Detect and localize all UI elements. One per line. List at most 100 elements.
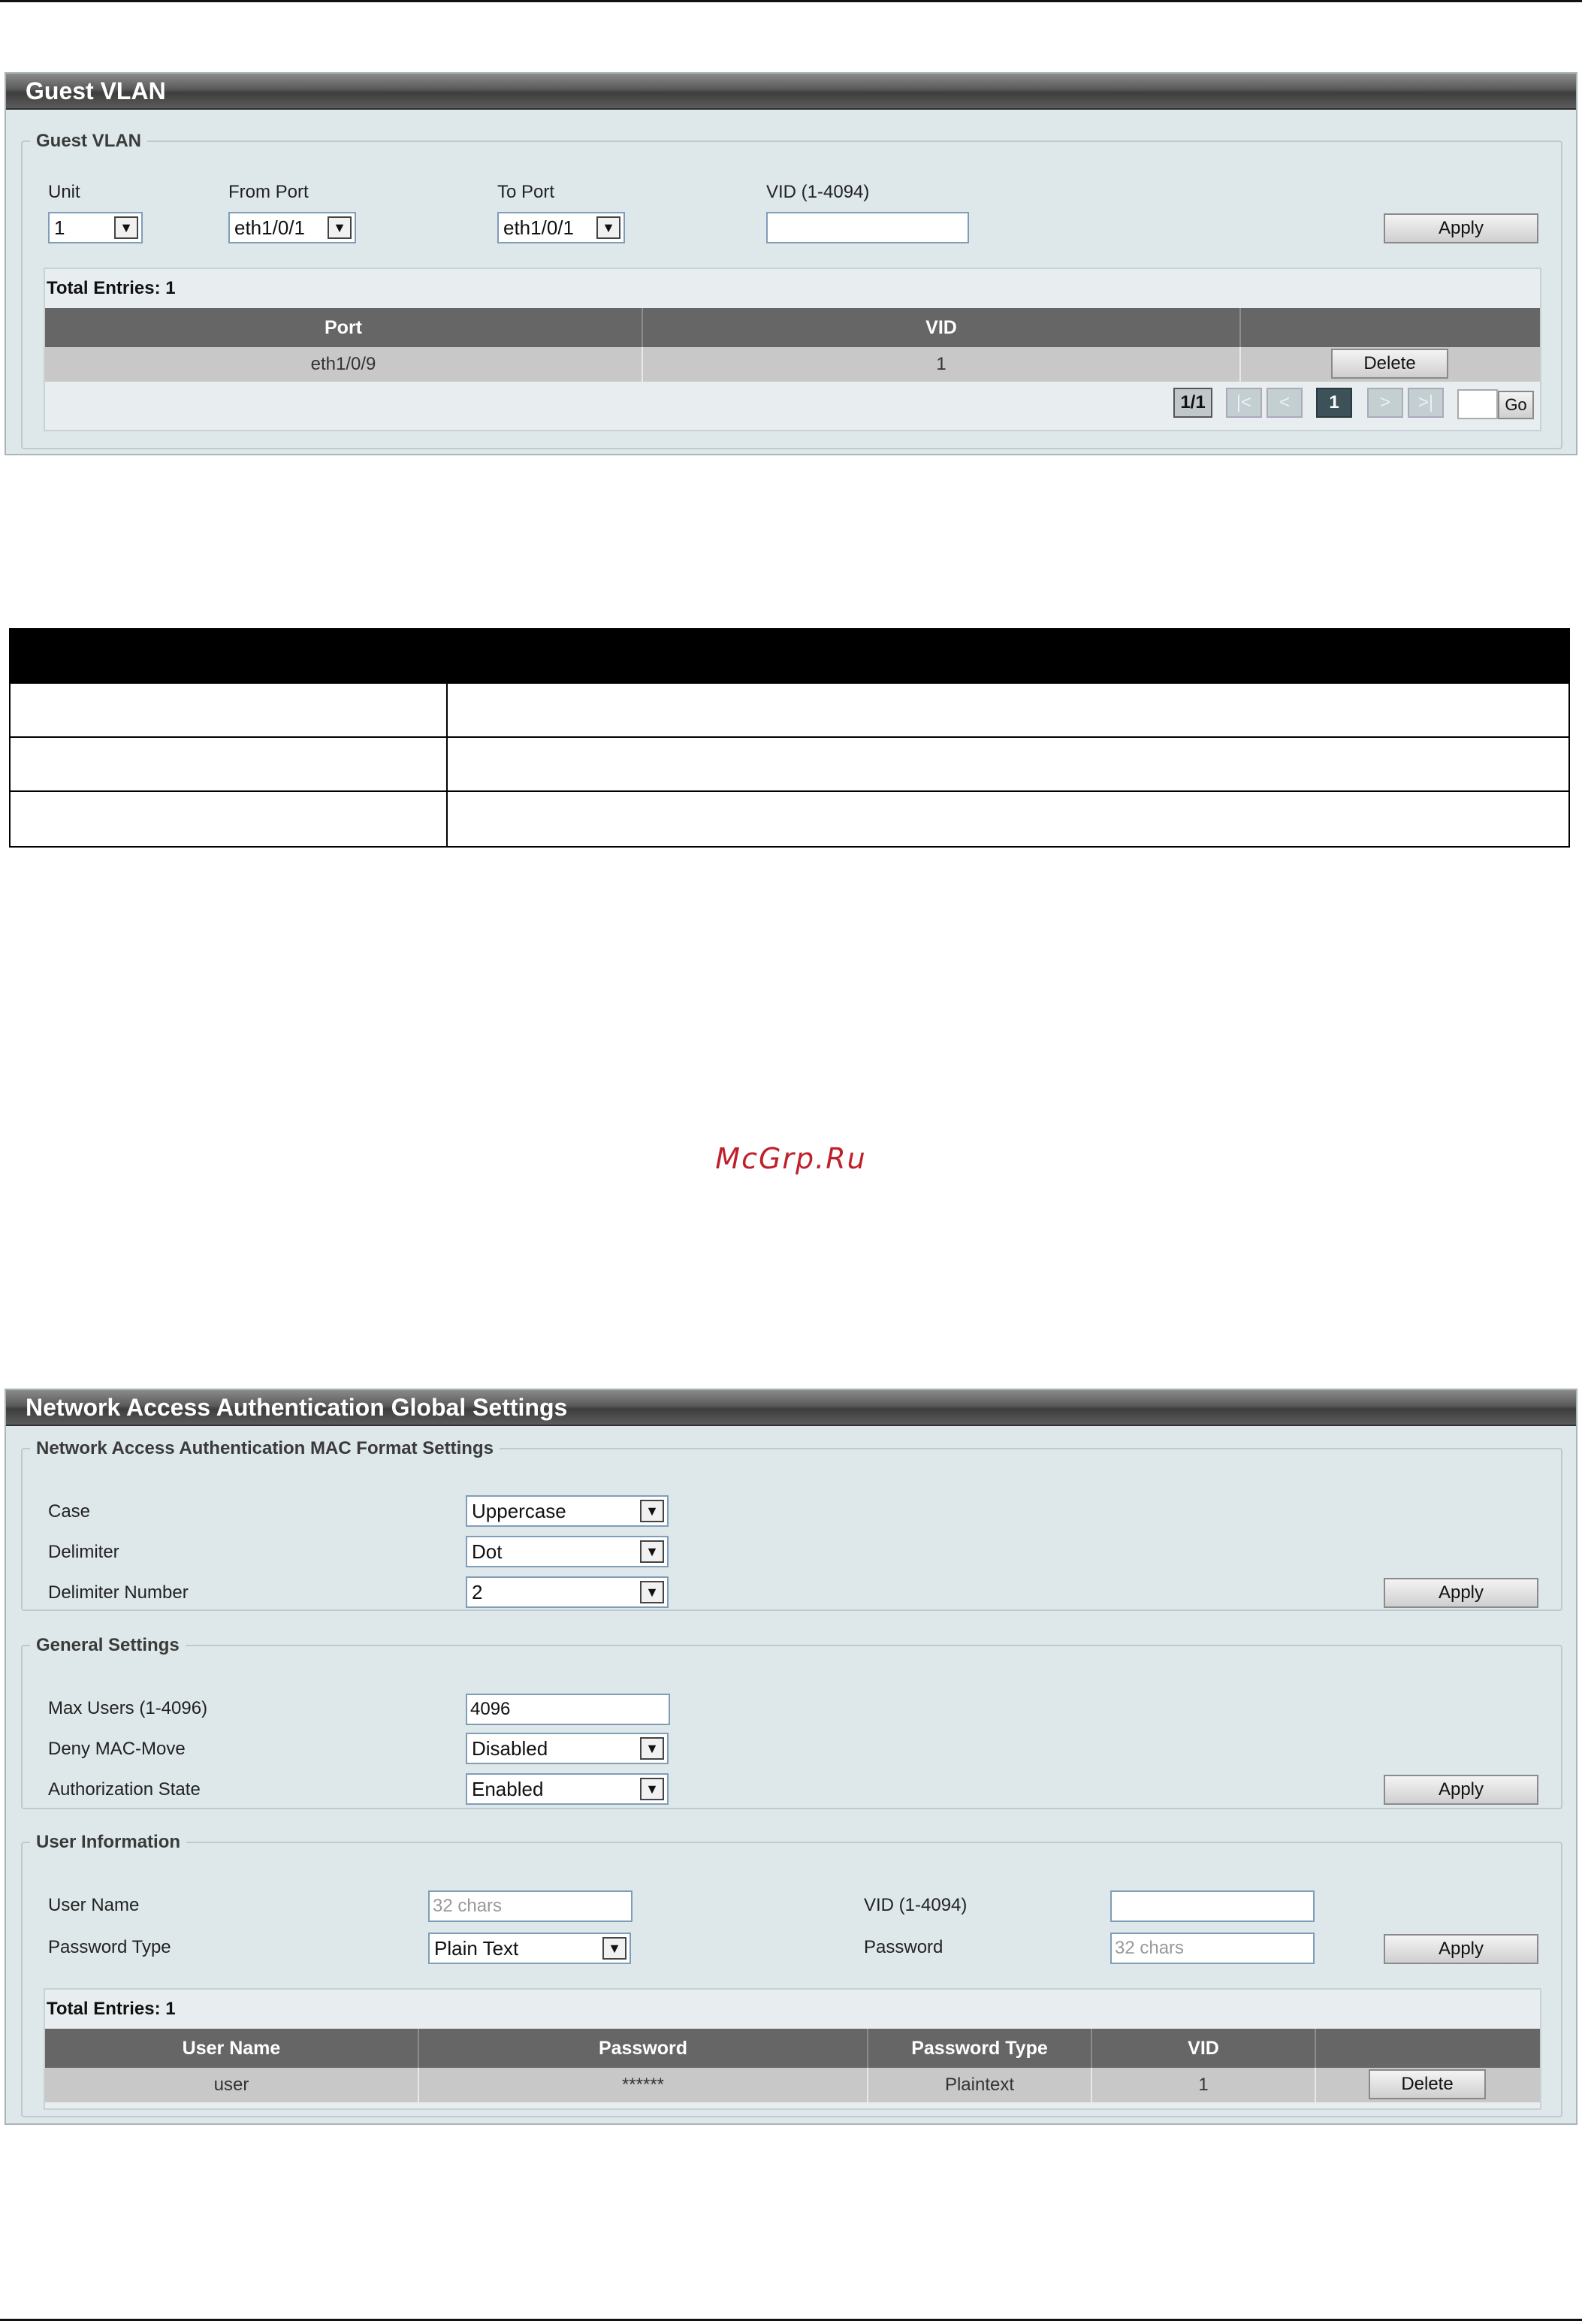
case-value: Uppercase [472,1500,566,1522]
user-name-input[interactable] [428,1890,632,1922]
chevron-down-icon[interactable]: ▼ [640,1778,664,1800]
general-settings-apply-button[interactable]: Apply [1384,1775,1538,1805]
group-legend: Network Access Authentication MAC Format… [36,1438,494,1458]
delete-button[interactable]: Delete [1331,349,1448,379]
chevron-down-icon[interactable]: ▼ [602,1937,626,1960]
column-header-action [1241,308,1540,347]
guest-vlan-panel: Guest VLAN Guest VLAN Unit 1 ▼ From Port… [5,72,1577,455]
table-row [11,736,1568,790]
group-legend: Guest VLAN [36,131,142,151]
column-divider [446,682,448,846]
delimiter-value: Dot [472,1540,503,1563]
table-header: User Name Password Password Type VID [45,2029,1540,2068]
deny-mac-move-value: Disabled [472,1737,548,1760]
user-table: Total Entries: 1 User Name Password Pass… [44,1988,1541,2110]
case-select[interactable]: Uppercase ▼ [466,1495,669,1527]
password-type-cell: Plaintext [868,2068,1092,2102]
chevron-down-icon[interactable]: ▼ [640,1500,664,1522]
vid-input[interactable] [1110,1890,1315,1922]
top-rule [0,0,1582,2]
column-header-password-type: Password Type [868,2029,1092,2068]
to-port-value: eth1/0/1 [503,216,574,239]
description-table-header [11,630,1568,682]
bottom-rule [0,2319,1582,2321]
vid-cell: 1 [1092,2068,1316,2102]
page-info: 1/1 [1173,388,1212,418]
guest-vlan-table: Total Entries: 1 Port VID eth1/0/9 1 Del… [44,267,1541,431]
delimiter-number-select[interactable]: 2 ▼ [466,1576,669,1608]
table-row [11,682,1568,736]
column-header-user-name: User Name [45,2029,419,2068]
page-number-button[interactable]: 1 [1316,388,1352,418]
from-port-value: eth1/0/1 [234,216,305,239]
user-info-apply-button[interactable]: Apply [1384,1934,1538,1964]
vid-label: VID (1-4094) [864,1895,968,1915]
action-cell: Delete [1241,347,1540,382]
group-legend: General Settings [36,1635,180,1655]
first-page-button[interactable]: |< [1226,388,1262,418]
password-type-label: Password Type [48,1937,171,1957]
chevron-down-icon[interactable]: ▼ [596,216,620,239]
delimiter-number-label: Delimiter Number [48,1582,189,1603]
deny-mac-move-select[interactable]: Disabled ▼ [466,1733,669,1764]
chevron-down-icon[interactable]: ▼ [114,216,138,239]
password-label: Password [864,1937,943,1957]
column-header-action [1316,2029,1540,2068]
from-port-label: From Port [228,182,309,202]
panel-title: Guest VLAN [6,74,1576,110]
column-header-vid: VID [643,308,1241,347]
action-cell: Delete [1316,2068,1540,2102]
from-port-select[interactable]: eth1/0/1 ▼ [228,212,356,243]
to-port-select[interactable]: eth1/0/1 ▼ [497,212,625,243]
authorization-state-select[interactable]: Enabled ▼ [466,1773,669,1805]
chevron-down-icon[interactable]: ▼ [640,1540,664,1563]
delimiter-number-value: 2 [472,1581,483,1603]
panel-title: Network Access Authentication Global Set… [6,1390,1576,1426]
password-type-select[interactable]: Plain Text ▼ [428,1933,631,1964]
chevron-down-icon[interactable]: ▼ [328,216,352,239]
vid-label: VID (1-4094) [766,182,870,202]
vid-cell: 1 [643,347,1241,382]
chevron-down-icon[interactable]: ▼ [640,1737,664,1760]
table-row: eth1/0/9 1 Delete [45,347,1540,382]
total-entries: Total Entries: 1 [47,1999,176,2019]
last-page-button[interactable]: >| [1408,388,1444,418]
column-header-port: Port [45,308,643,347]
delimiter-label: Delimiter [48,1542,119,1562]
user-name-cell: user [45,2068,419,2102]
prev-page-button[interactable]: < [1267,388,1303,418]
unit-select[interactable]: 1 ▼ [48,212,143,243]
deny-mac-move-label: Deny MAC-Move [48,1739,186,1759]
table-row: user ****** Plaintext 1 Delete [45,2068,1540,2102]
column-header-vid: VID [1092,2029,1316,2068]
password-type-value: Plain Text [434,1937,519,1960]
password-cell: ****** [419,2068,868,2102]
go-button[interactable]: Go [1498,391,1534,419]
unit-value: 1 [54,216,65,239]
mac-format-apply-button[interactable]: Apply [1384,1578,1538,1608]
chevron-down-icon[interactable]: ▼ [640,1581,664,1603]
max-users-label: Max Users (1-4096) [48,1698,208,1718]
column-header-password: Password [419,2029,868,2068]
general-settings-group: General Settings [21,1635,1562,1809]
case-label: Case [48,1501,91,1522]
watermark: McGrp.Ru [715,1142,867,1175]
password-input[interactable] [1110,1933,1315,1964]
delete-button[interactable]: Delete [1369,2069,1486,2099]
delimiter-select[interactable]: Dot ▼ [466,1536,669,1567]
max-users-input[interactable] [466,1694,670,1725]
next-page-button[interactable]: > [1367,388,1403,418]
authorization-state-label: Authorization State [48,1779,201,1800]
group-legend: User Information [36,1832,181,1852]
port-cell: eth1/0/9 [45,347,643,382]
go-page-input[interactable] [1457,389,1498,419]
total-entries: Total Entries: 1 [47,278,176,298]
unit-label: Unit [48,182,80,202]
table-header: Port VID [45,308,1540,347]
apply-button[interactable]: Apply [1384,213,1538,243]
vid-input[interactable] [766,212,969,243]
to-port-label: To Port [497,182,555,202]
authorization-state-value: Enabled [472,1778,544,1800]
mac-format-group: Network Access Authentication MAC Format… [21,1438,1562,1611]
user-name-label: User Name [48,1895,140,1915]
